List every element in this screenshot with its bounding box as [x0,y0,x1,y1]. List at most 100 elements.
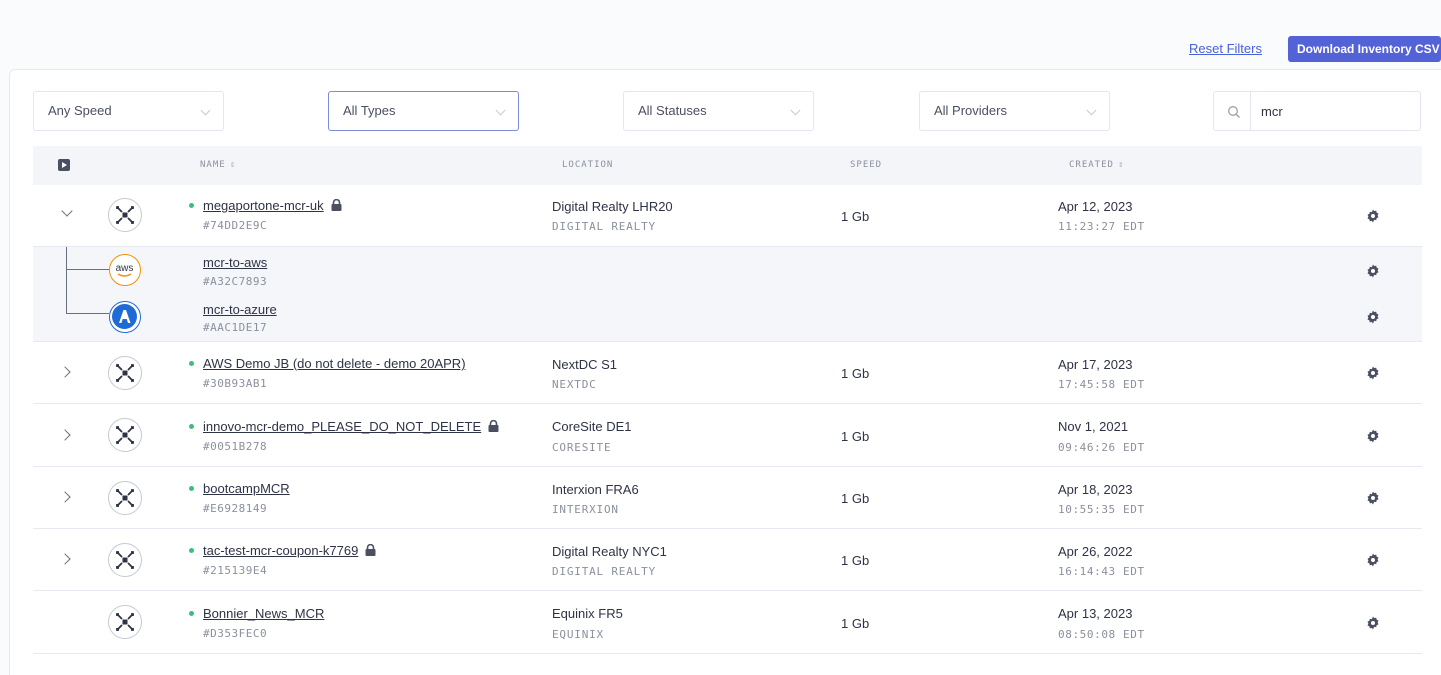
tree-line [66,247,67,314]
column-header-speed: SPEED [850,160,883,170]
service-name-link[interactable]: tac-test-mcr-coupon-k7769 [203,543,376,558]
reset-filters-link[interactable]: Reset Filters [1189,41,1262,56]
search-box [1213,91,1421,131]
chevron-down-icon [495,105,506,116]
status-dot [189,611,194,616]
gear-icon[interactable] [1366,310,1380,324]
gear-icon[interactable] [1366,366,1380,380]
gear-icon[interactable] [1366,209,1380,223]
type-filter-select[interactable]: All Types [328,91,519,131]
service-name-link[interactable]: megaportone-mcr-uk [203,198,342,213]
sort-icon: ⇕ [1117,160,1125,170]
azure-icon [109,301,141,333]
location-provider: DIGITAL REALTY [552,565,656,578]
speed-value: 1 Gb [841,429,870,444]
location-name: Equinix FR5 [552,606,623,621]
speed-value: 1 Gb [841,491,870,506]
download-inventory-csv-button[interactable]: Download Inventory CSV [1288,36,1441,62]
type-filter-value: All Types [343,103,396,118]
provider-filter-value: All Providers [934,103,1007,118]
location-provider: INTERXION [552,503,619,516]
column-header-created-label: CREATED [1069,160,1114,170]
vxc-name-link[interactable]: mcr-to-azure [203,302,277,317]
location-name: NextDC S1 [552,357,618,372]
speed-value: 1 Gb [841,553,870,568]
tree-line [66,313,109,314]
created-date: Apr 13, 2023 [1058,606,1133,621]
lock-icon [488,420,499,432]
child-connections: aws mcr-to-aws #A32C7893 mcr-to-azure #A… [33,247,1422,342]
service-name-link[interactable]: bootcampMCR [203,481,290,496]
created-date: Apr 12, 2023 [1058,199,1133,214]
lock-icon [365,544,376,556]
location-name: Interxion FRA6 [552,482,639,497]
aws-icon: aws [109,254,141,286]
column-header-created[interactable]: CREATED ⇕ [1069,160,1124,170]
service-uid: #0051B278 [203,440,268,453]
table-header: NAME ⇕ LOCATION SPEED CREATED ⇕ [33,146,1422,185]
location-provider: NEXTDC [552,378,597,391]
chevron-down-icon [790,105,801,116]
chevron-down-icon[interactable] [61,205,73,217]
search-divider [1250,92,1251,130]
service-name-link[interactable]: innovo-mcr-demo_PLEASE_DO_NOT_DELETE [203,419,499,434]
status-dot [189,203,194,208]
created-date: Apr 17, 2023 [1058,357,1133,372]
status-dot [189,424,194,429]
service-name-link[interactable]: Bonnier_News_MCR [203,606,324,621]
created-time: 09:46:26 EDT [1058,441,1145,454]
location-name: CoreSite DE1 [552,419,632,434]
mcr-icon [108,543,142,577]
speed-value: 1 Gb [841,366,870,381]
location-provider: EQUINIX [552,628,604,641]
chevron-right-icon[interactable] [59,366,71,378]
mcr-icon [108,605,142,639]
search-input[interactable] [1261,101,1411,121]
service-uid: #215139E4 [203,564,268,577]
table-row: Bonnier_News_MCR #D353FEC0 Equinix FR5 E… [33,591,1422,654]
column-header-name[interactable]: NAME ⇕ [200,160,236,170]
provider-filter-select[interactable]: All Providers [919,91,1110,131]
status-dot [189,548,194,553]
chevron-down-icon [200,105,211,116]
mcr-icon [108,198,142,232]
table-row: megaportone-mcr-uk #74DD2E9C Digital Rea… [33,185,1422,247]
search-icon [1228,106,1240,118]
service-uid: #E6928149 [203,502,268,515]
speed-filter-value: Any Speed [48,103,112,118]
tree-line [66,269,109,270]
created-date: Nov 1, 2021 [1058,419,1129,434]
gear-icon[interactable] [1366,616,1380,630]
svg-text:aws: aws [116,263,134,274]
service-uid: #30B93AB1 [203,377,268,390]
service-name: innovo-mcr-demo_PLEASE_DO_NOT_DELETE [203,419,482,434]
chevron-right-icon[interactable] [59,491,71,503]
column-header-name-label: NAME [200,160,226,170]
created-time: 11:23:27 EDT [1058,220,1145,233]
service-name-link[interactable]: AWS Demo JB (do not delete - demo 20APR) [203,356,466,371]
location-name: Digital Realty NYC1 [552,544,667,559]
gear-icon[interactable] [1366,429,1380,443]
location-name: Digital Realty LHR20 [552,199,673,214]
play-icon[interactable] [58,159,70,171]
created-date: Apr 26, 2022 [1058,544,1133,559]
vxc-name-link[interactable]: mcr-to-aws [203,255,267,270]
mcr-icon [108,356,142,390]
status-filter-value: All Statuses [638,103,707,118]
created-time: 10:55:35 EDT [1058,503,1145,516]
status-dot [189,486,194,491]
table-row: tac-test-mcr-coupon-k7769 #215139E4 Digi… [33,529,1422,591]
lock-icon [331,199,342,211]
gear-icon[interactable] [1366,491,1380,505]
service-uid: #D353FEC0 [203,627,268,640]
chevron-right-icon[interactable] [59,553,71,565]
created-time: 16:14:43 EDT [1058,565,1145,578]
status-filter-select[interactable]: All Statuses [623,91,814,131]
created-time: 17:45:58 EDT [1058,378,1145,391]
service-uid: #74DD2E9C [203,219,268,232]
gear-icon[interactable] [1366,264,1380,278]
speed-filter-select[interactable]: Any Speed [33,91,224,131]
gear-icon[interactable] [1366,553,1380,567]
chevron-right-icon[interactable] [59,429,71,441]
top-actions: Reset Filters Download Inventory CSV [0,34,1441,62]
